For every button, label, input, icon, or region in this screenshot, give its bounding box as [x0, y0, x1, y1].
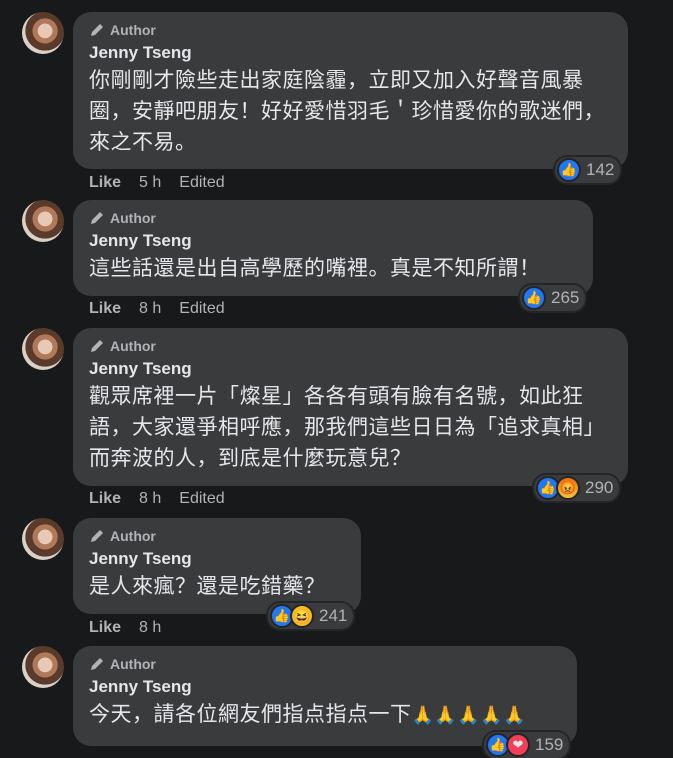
reaction-summary[interactable]: 👍 265	[520, 285, 586, 311]
commenter-name[interactable]: Jenny Tseng	[89, 359, 614, 379]
reaction-summary[interactable]: 👍 142	[555, 157, 621, 183]
comment-bubble: Author Jenny Tseng 今天，請各位網友們指点指点一下🙏🙏🙏🙏🙏	[73, 646, 577, 746]
author-badge: Author	[89, 337, 614, 355]
reaction-summary[interactable]: 👍 ❤ 159	[484, 732, 570, 758]
laughing-face-icon: 😆	[290, 604, 314, 628]
thumbs-up-icon: 👍	[522, 286, 546, 310]
reaction-count: 159	[535, 735, 564, 754]
timestamp[interactable]: 8 h	[139, 300, 161, 318]
comment-bubble: Author Jenny Tseng 觀眾席裡一片「燦星」各各有頭有臉有名號，如…	[73, 328, 628, 486]
angry-face-icon: 😡	[556, 476, 580, 500]
comment-actions: Like 8 h Edited	[89, 300, 225, 318]
comment-text: 你剛剛才險些走出家庭陰霾，立即又加入好聲音風暴圈，安靜吧朋友！好好愛惜羽毛＇珍惜…	[89, 69, 605, 154]
comment-text: 這些話還是出自高學歷的嘴裡。真是不知所謂！	[89, 257, 541, 280]
commenter-name[interactable]: Jenny Tseng	[89, 231, 579, 251]
avatar[interactable]	[22, 12, 64, 54]
avatar[interactable]	[22, 328, 64, 370]
like-button[interactable]: Like	[89, 174, 121, 192]
reaction-count: 290	[585, 478, 614, 497]
comment-bubble: Author Jenny Tseng 是人來瘋？還是吃錯藥？	[73, 518, 361, 614]
edited-label[interactable]: Edited	[179, 490, 224, 508]
comment-text: 是人來瘋？還是吃錯藥？	[89, 575, 326, 598]
thumbs-up-icon: 👍	[557, 158, 581, 182]
avatar[interactable]	[22, 200, 64, 242]
reaction-count: 265	[551, 288, 580, 307]
like-button[interactable]: Like	[89, 490, 121, 508]
commenter-name[interactable]: Jenny Tseng	[89, 43, 614, 63]
pen-icon	[91, 340, 103, 352]
edited-label[interactable]: Edited	[179, 174, 224, 192]
heart-icon: ❤	[506, 733, 530, 757]
comment-text: 今天，請各位網友們指点指点一下🙏🙏🙏🙏🙏	[89, 703, 527, 726]
comment-actions: Like 8 h Edited	[89, 490, 225, 508]
comment-actions: Like 5 h Edited	[89, 174, 225, 192]
pen-icon	[91, 212, 103, 224]
reaction-summary[interactable]: 👍 😆 241	[268, 603, 354, 629]
timestamp[interactable]: 8 h	[139, 490, 161, 508]
reaction-summary[interactable]: 👍 😡 290	[534, 475, 620, 501]
comment-text: 觀眾席裡一片「燦星」各各有頭有臉有名號，如此狂語，大家還爭相呼應，那我們這些日日…	[89, 385, 605, 470]
like-button[interactable]: Like	[89, 619, 121, 637]
reaction-count: 241	[319, 606, 348, 625]
like-button[interactable]: Like	[89, 300, 121, 318]
author-badge: Author	[89, 527, 347, 545]
avatar[interactable]	[22, 646, 64, 688]
commenter-name[interactable]: Jenny Tseng	[89, 677, 563, 697]
commenter-name[interactable]: Jenny Tseng	[89, 549, 347, 569]
pen-icon	[91, 658, 103, 670]
edited-label[interactable]: Edited	[179, 300, 224, 318]
comment-bubble: Author Jenny Tseng 這些話還是出自高學歷的嘴裡。真是不知所謂！	[73, 200, 593, 296]
author-badge: Author	[89, 209, 579, 227]
author-badge: Author	[89, 655, 563, 673]
reaction-count: 142	[586, 160, 615, 179]
avatar[interactable]	[22, 518, 64, 560]
author-badge: Author	[89, 21, 614, 39]
timestamp[interactable]: 8 h	[139, 619, 161, 637]
timestamp[interactable]: 5 h	[139, 174, 161, 192]
comment-bubble: Author Jenny Tseng 你剛剛才險些走出家庭陰霾，立即又加入好聲音…	[73, 12, 628, 169]
folded-hands-emoji: 🙏🙏🙏🙏🙏	[411, 705, 527, 725]
comment-actions: Like 8 h	[89, 619, 161, 637]
pen-icon	[91, 530, 103, 542]
pen-icon	[91, 24, 103, 36]
